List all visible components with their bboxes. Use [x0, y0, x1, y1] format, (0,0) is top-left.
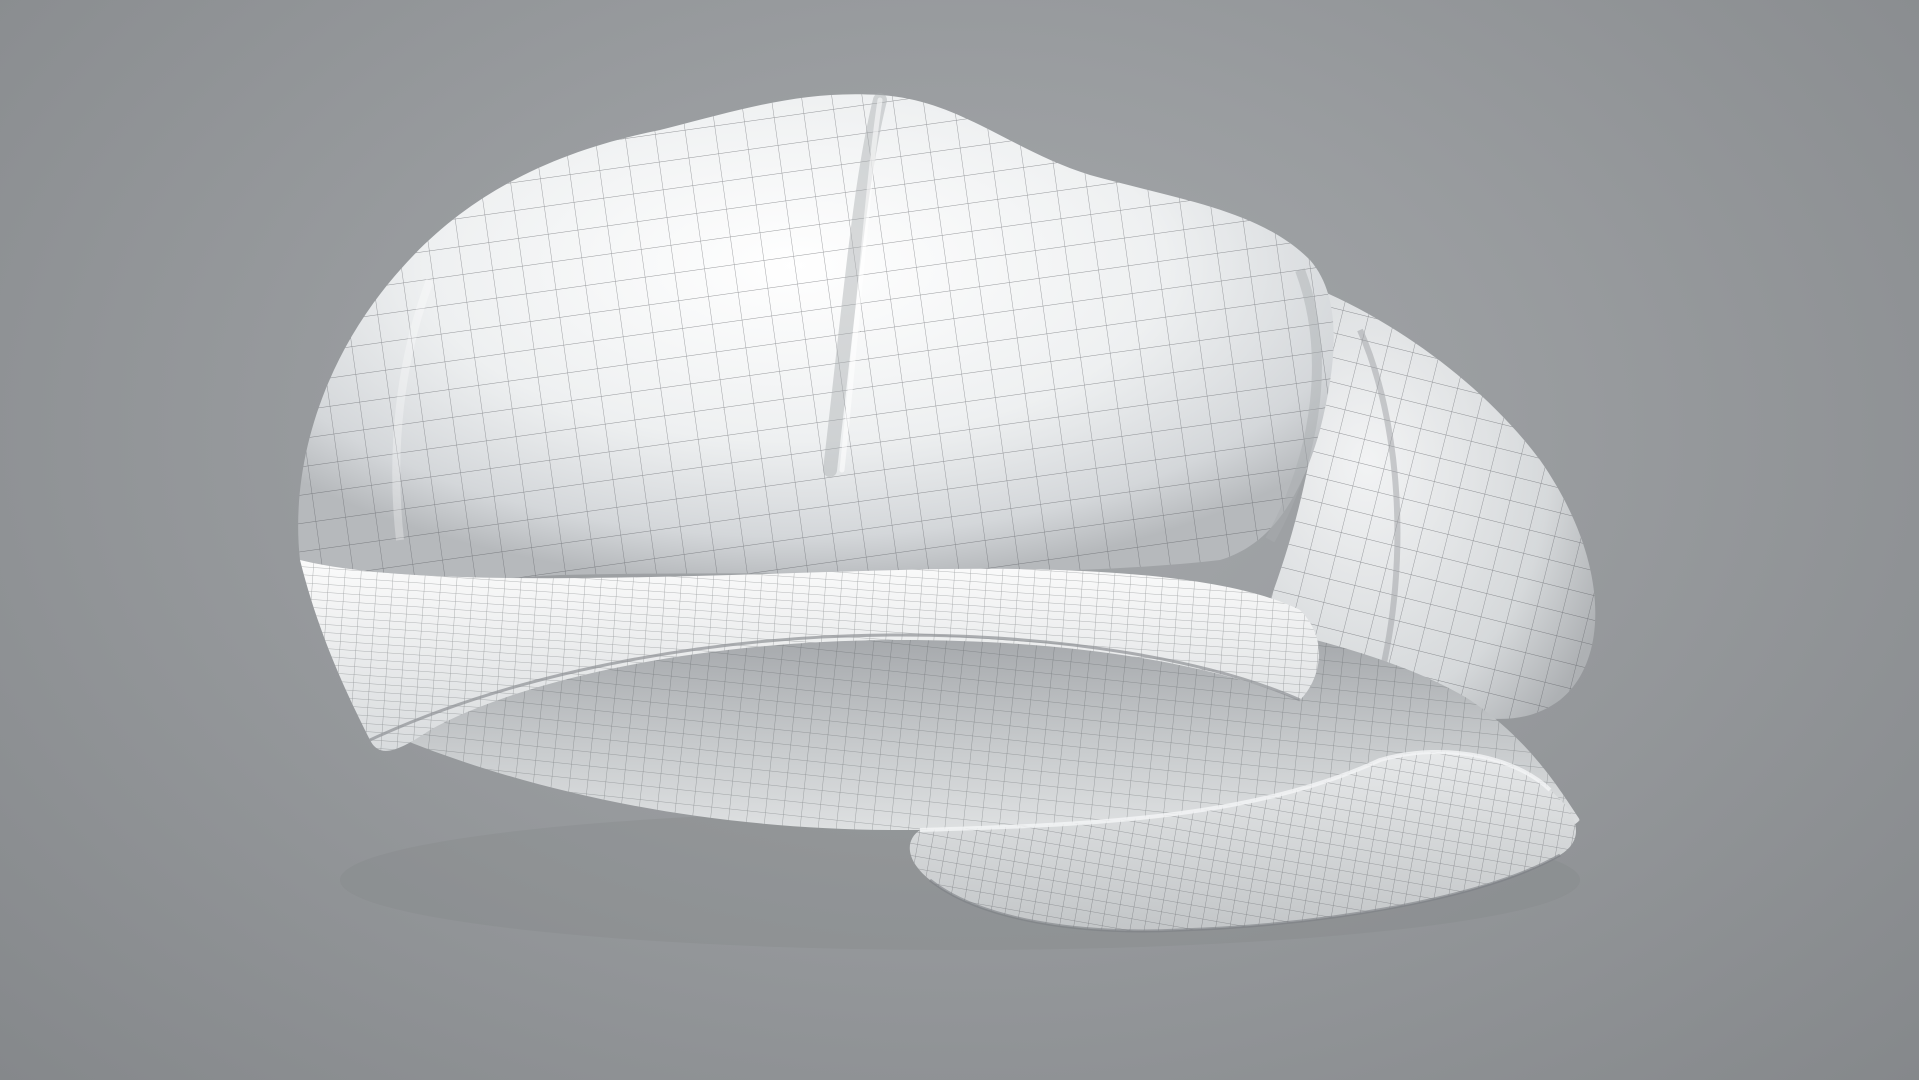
cap-model	[298, 93, 1596, 950]
3d-viewport[interactable]	[0, 0, 1919, 1080]
cap-crown	[298, 93, 1334, 585]
